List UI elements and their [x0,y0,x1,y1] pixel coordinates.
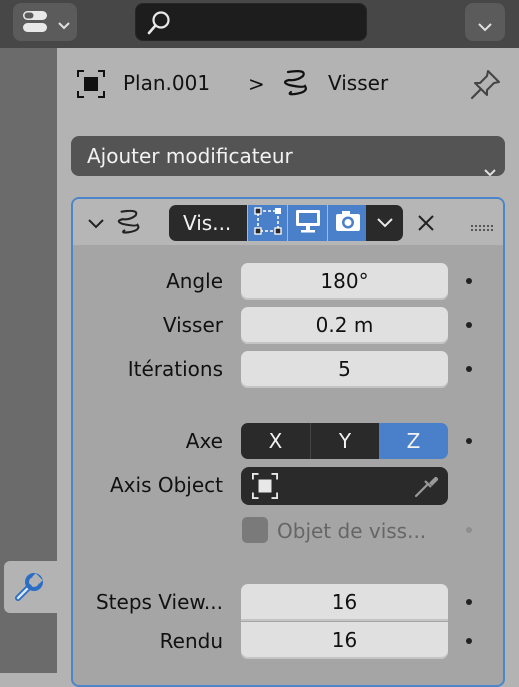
edit-mode-toggle[interactable] [248,205,287,241]
options-dropdown-button[interactable] [465,3,505,41]
angle-field[interactable]: 180° [241,263,448,300]
steps-viewport-keyframe-dot[interactable] [466,599,472,605]
search-icon [147,10,171,40]
chevron-down-icon [57,16,71,35]
axis-option-x[interactable]: X [241,423,310,459]
screw-offset-keyframe-dot [466,527,472,533]
chevron-down-icon [477,17,493,36]
modifier-name-field[interactable]: Vis... [169,205,247,241]
collapse-chevron-icon[interactable] [87,215,105,234]
iterations-label: Itérations [127,357,223,381]
render-steps-label: Rendu [159,629,223,653]
realtime-viewport-toggle[interactable] [288,205,327,241]
object-icon [77,70,105,102]
screw-keyframe-dot[interactable] [466,322,472,328]
add-modifier-dropdown[interactable]: Ajouter modificateur [71,136,505,177]
properties-editor-icon [23,11,47,37]
wrench-icon [14,572,44,606]
angle-label: Angle [166,269,223,293]
modifier-extras-dropdown[interactable] [366,205,403,241]
axis-keyframe-dot[interactable] [466,438,472,444]
editor-type-button[interactable] [13,3,77,41]
axis-object-label: Axis Object [110,473,223,497]
breadcrumb-object: Plan.001 [123,71,211,95]
render-toggle[interactable] [328,205,367,241]
breadcrumb-separator: > [248,72,265,96]
drag-handle-icon[interactable] [471,218,493,237]
steps-viewport-label: Steps View... [95,590,223,614]
axis-object-field[interactable] [241,467,448,505]
eyedropper-icon[interactable] [413,473,439,503]
monitor-icon [294,208,322,238]
screw-field[interactable]: 0.2 m [241,307,448,344]
screw-label: Visser [162,313,223,337]
chevron-down-icon [376,214,394,233]
screw-offset-checkbox[interactable] [242,517,268,543]
object-icon [252,473,278,503]
angle-keyframe-dot[interactable] [466,278,472,284]
modifier-panel-header: Vis... [73,199,503,245]
chevron-down-icon [483,151,497,191]
axis-label: Axe [185,429,223,453]
camera-icon [334,208,362,238]
iterations-field[interactable]: 5 [241,351,448,388]
screw-modifier-icon [281,68,313,102]
edit-mode-icon [253,207,282,239]
pin-icon[interactable] [470,68,502,104]
properties-header [0,0,519,48]
breadcrumb-modifier: Visser [328,71,389,95]
render-steps-keyframe-dot[interactable] [466,638,472,644]
axis-option-y[interactable]: Y [310,423,379,459]
axis-option-z[interactable]: Z [379,423,448,459]
close-icon[interactable] [417,214,435,236]
add-modifier-label: Ajouter modificateur [87,144,293,168]
search-input[interactable] [135,3,367,41]
tab-modifiers[interactable] [4,561,57,613]
steps-viewport-field[interactable]: 16 [241,584,448,621]
render-steps-field[interactable]: 16 [241,622,448,659]
iterations-keyframe-dot[interactable] [466,366,472,372]
screw-offset-label: Objet de viss... [277,519,427,543]
screw-modifier-icon [115,207,145,241]
